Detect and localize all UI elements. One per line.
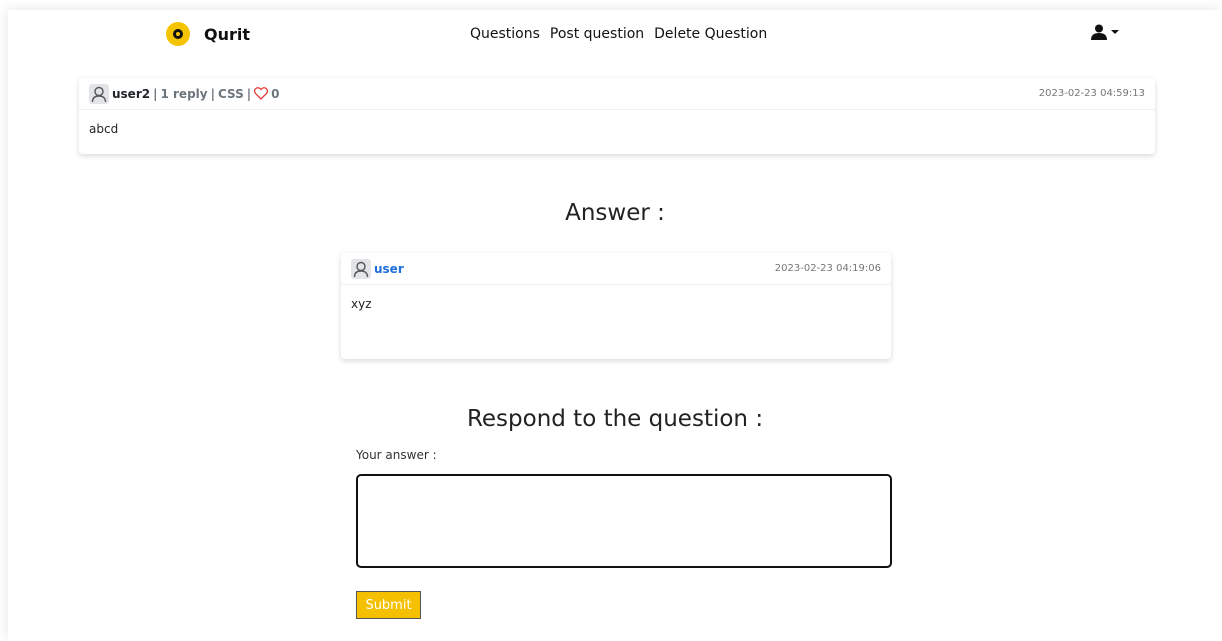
like-button[interactable] <box>254 87 269 100</box>
answer-body: xyz <box>351 297 372 311</box>
separator: | <box>153 86 158 101</box>
nav-post-question[interactable]: Post question <box>550 26 644 42</box>
caret-down-icon <box>1111 30 1119 34</box>
respond-section-title: Respond to the question : <box>466 406 764 432</box>
brand[interactable]: Qurit <box>166 22 250 46</box>
question-body: abcd <box>89 122 119 136</box>
answer-author[interactable]: user <box>374 262 404 276</box>
answer-label: Your answer : <box>356 448 437 462</box>
avatar <box>351 258 371 279</box>
answer-meta: user <box>351 258 404 279</box>
nav-questions[interactable]: Questions <box>470 26 540 42</box>
navbar: Qurit Questions Post question Delete Que… <box>8 10 1222 60</box>
separator: | <box>246 86 252 101</box>
answer-section-title: Answer : <box>565 200 665 226</box>
user-outline-icon <box>91 86 107 102</box>
like-count: 0 <box>271 86 280 101</box>
user-outline-icon <box>353 261 369 277</box>
separator: | <box>210 86 215 101</box>
question-card: user2 | 1 reply | CSS | 0 2023-02-23 04:… <box>79 78 1155 154</box>
brand-name: Qurit <box>204 24 251 44</box>
answer-textarea[interactable] <box>356 474 892 568</box>
answer-header: user 2023-02-23 04:19:06 <box>341 253 891 285</box>
question-timestamp: 2023-02-23 04:59:13 <box>1038 88 1145 99</box>
reply-count: 1 reply <box>160 86 208 101</box>
heart-icon <box>254 87 269 100</box>
nav-links: Questions Post question Delete Question <box>470 26 767 42</box>
answer-timestamp: 2023-02-23 04:19:06 <box>774 263 881 274</box>
user-icon <box>1091 24 1107 40</box>
question-tag[interactable]: CSS <box>218 87 244 101</box>
user-menu-dropdown[interactable] <box>1090 24 1119 40</box>
avatar <box>89 83 109 104</box>
answer-card: user 2023-02-23 04:19:06 xyz <box>341 253 891 359</box>
question-meta: user2 | 1 reply | CSS | 0 <box>89 83 280 104</box>
nav-delete-question[interactable]: Delete Question <box>654 26 767 42</box>
logo-icon <box>166 22 190 46</box>
question-header: user2 | 1 reply | CSS | 0 2023-02-23 04:… <box>79 78 1155 110</box>
submit-button[interactable]: Submit <box>356 591 421 619</box>
question-author[interactable]: user2 <box>112 87 150 101</box>
page-frame: Qurit Questions Post question Delete Que… <box>8 10 1222 641</box>
